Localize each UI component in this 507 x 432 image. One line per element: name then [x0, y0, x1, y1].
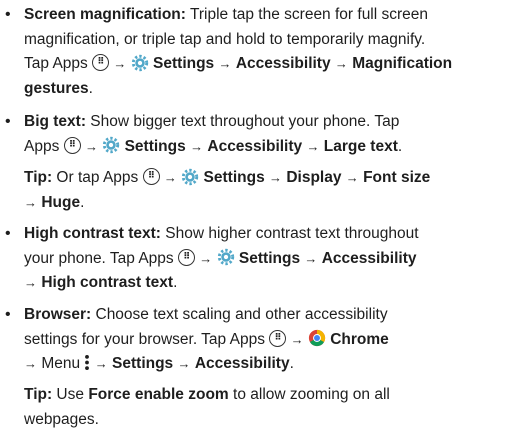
settings-link: Settings	[124, 137, 186, 155]
tip-label: Tip:	[24, 169, 53, 186]
item-text: Apps	[24, 137, 60, 155]
paragraph-tip-font-size: Tip: Or tap Apps ⠿ → Settings → Display …	[24, 166, 500, 215]
bullet: •	[5, 225, 11, 242]
arrow-icon: →	[84, 138, 98, 154]
item-text: magnification, or triple tap and hold to…	[24, 30, 426, 48]
arrow-icon: →	[24, 275, 37, 290]
settings-gear-icon	[131, 54, 148, 72]
arrow-icon: →	[304, 250, 318, 266]
settings-link: Settings	[153, 55, 215, 72]
item-title: Big text:	[24, 113, 86, 130]
tip-text: to allow zooming on all	[228, 386, 390, 403]
item-text: your phone. Tap Apps	[24, 249, 174, 267]
item-title: High contrast text:	[24, 225, 161, 242]
settings-gear-icon	[217, 249, 234, 266]
apps-icon: ⠿	[142, 168, 160, 186]
apps-icon: ⠿	[177, 248, 195, 266]
arrow-icon: →	[269, 170, 283, 185]
period: .	[173, 274, 178, 291]
font-size-link: Font size	[363, 169, 431, 186]
item-text: Triple tap the screen for full screen	[185, 6, 429, 23]
settings-link: Settings	[238, 249, 301, 267]
arrow-icon: →	[24, 356, 37, 371]
period: .	[289, 355, 294, 372]
arrow-icon: →	[218, 56, 232, 71]
accessibility-link: Accessibility	[235, 55, 331, 72]
arrow-icon: →	[334, 56, 348, 71]
bullet: •	[5, 6, 11, 23]
item-text: Show higher contrast text throughout	[160, 225, 419, 242]
arrow-icon: →	[199, 250, 213, 266]
item-text: Tap Apps	[24, 55, 88, 72]
period: .	[88, 79, 93, 97]
large-text-link: Large text	[323, 137, 398, 155]
settings-link: Settings	[203, 169, 265, 186]
display-link: Display	[286, 169, 342, 186]
chrome-link: Chrome	[330, 330, 389, 348]
item-text: Show bigger text throughout your phone. …	[86, 113, 400, 130]
chrome-icon	[308, 330, 326, 347]
accessibility-link: Accessibility	[207, 137, 303, 155]
accessibility-link: Accessibility	[194, 355, 290, 372]
settings-gear-icon	[103, 137, 120, 154]
arrow-icon: →	[190, 138, 204, 154]
accessibility-link: Accessibility	[321, 249, 417, 267]
period: .	[80, 193, 85, 211]
arrow-icon: →	[177, 356, 191, 371]
accessibility-document: • Screen magnification: Triple tap the s…	[0, 0, 507, 428]
tip-text: Or tap Apps	[52, 169, 139, 186]
arrow-icon: →	[24, 194, 37, 210]
item-title: Screen magnification:	[24, 6, 186, 23]
paragraph-screen-magnification: Screen magnification: Triple tap the scr…	[24, 3, 500, 101]
paragraph-high-contrast: High contrast text: Show higher contrast…	[24, 222, 500, 296]
apps-icon: ⠿	[63, 136, 81, 154]
apps-icon: ⠿	[92, 54, 110, 72]
bullet: •	[5, 306, 11, 323]
paragraph-browser: Browser: Choose text scaling and other a…	[24, 303, 500, 377]
item-text: Menu	[41, 355, 81, 372]
apps-icon: ⠿	[269, 329, 287, 347]
tip-label: Tip:	[24, 386, 53, 403]
tip-text: Use	[52, 386, 89, 403]
arrow-icon: →	[290, 331, 304, 347]
magnification-link: Magnification	[352, 55, 453, 72]
bullet: •	[5, 113, 11, 130]
item-text: Choose text scaling and other accessibil…	[91, 306, 388, 323]
item-title: Browser:	[24, 306, 92, 323]
force-zoom-link: Force enable zoom	[88, 386, 229, 403]
period: .	[397, 137, 403, 155]
arrow-icon: →	[345, 170, 359, 185]
huge-link: Huge	[41, 193, 81, 211]
arrow-icon: →	[94, 356, 108, 371]
arrow-icon: →	[306, 138, 320, 154]
item-text: settings for your browser. Tap Apps	[24, 330, 265, 348]
menu-dots-icon	[85, 355, 90, 371]
settings-gear-icon	[182, 168, 199, 186]
gestures-link: gestures	[24, 79, 89, 97]
arrow-icon: →	[113, 56, 127, 71]
high-contrast-link: High contrast text	[41, 274, 174, 291]
arrow-icon: →	[163, 170, 177, 185]
paragraph-big-text: Big text: Show bigger text throughout yo…	[24, 110, 500, 159]
settings-link: Settings	[112, 355, 174, 372]
